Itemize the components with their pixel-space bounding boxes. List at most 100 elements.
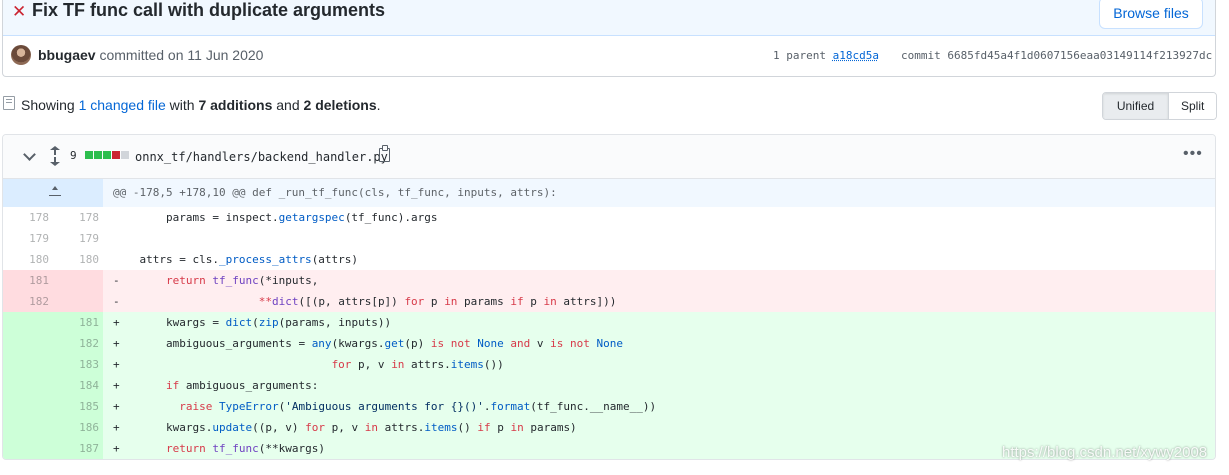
code-token: zip [258,316,279,329]
code-token: getargspec [278,211,345,224]
code-token: None [477,337,504,350]
code-token: for [404,295,425,308]
new-line-number[interactable]: 181 [53,312,99,333]
code-token: ** [258,295,272,308]
old-line-number[interactable]: 178 [3,207,49,228]
avatar[interactable] [11,45,31,65]
old-line-number[interactable] [3,438,49,459]
code-token: attrs. [404,358,451,371]
diff-marker: + [113,421,120,434]
and-text: and [276,97,300,113]
code-token: attrs])) [556,295,617,308]
diff-marker: + [113,400,120,413]
code-token: in [510,421,524,434]
old-line-number[interactable] [3,375,49,396]
expand-up-icon[interactable] [49,186,61,198]
author-link[interactable]: bbugaev [38,47,96,63]
new-line-number[interactable] [53,270,99,291]
code-token: items [424,421,458,434]
browse-files-button[interactable]: Browse files [1099,0,1203,29]
code-token: in [543,295,557,308]
code-line: + ambiguous_arguments = any(kwargs.get(p… [103,333,1215,354]
new-line-number[interactable]: 182 [53,333,99,354]
old-line-number[interactable]: 182 [3,291,49,312]
expand-all-icon[interactable] [47,146,63,166]
code-token: if [510,295,524,308]
added-line: 183 + for p, v in attrs.items()) [3,354,1215,375]
code-token: in [364,421,378,434]
diffstat-block [94,151,102,159]
new-line-number[interactable]: 185 [53,396,99,417]
commit-meta: bbugaev committed on 11 Jun 2020 1 paren… [3,37,1215,76]
new-line-number[interactable]: 183 [53,354,99,375]
code-token: 'Ambiguous arguments for {}()' [285,400,484,413]
added-line: 182 + ambiguous_arguments = any(kwargs.g… [3,333,1215,354]
code-token: (p) [404,337,431,350]
old-line-number[interactable] [3,417,49,438]
code-line: + if ambiguous_arguments: [103,375,1215,396]
old-line-number[interactable] [3,333,49,354]
hunk-text: @@ -178,5 +178,10 @@ def _run_tf_func(cl… [113,186,557,199]
code-token: in [391,358,405,371]
new-line-number[interactable]: 179 [53,228,99,249]
diff-summary: Showing 1 changed file with 7 additions … [21,96,381,114]
commit-title: Fix TF func call with duplicate argument… [32,0,386,20]
code-token: ambiguous_arguments: [179,379,319,392]
hunk-header: @@ -178,5 +178,10 @@ def _run_tf_func(cl… [3,179,1215,207]
diff-line: 179 179 [3,228,1215,249]
split-view-button[interactable]: Split [1169,93,1217,119]
changed-files-link[interactable]: 1 changed file [79,97,166,113]
kebab-menu-icon[interactable]: ••• [1183,145,1203,163]
new-line-number[interactable]: 180 [53,249,99,270]
diff-marker: + [113,358,120,371]
code-token: ((p, v) [252,421,306,434]
code-token: _process_attrs [218,253,312,266]
new-line-number[interactable] [53,291,99,312]
old-line-number[interactable] [3,312,49,333]
code-token: (tf_func).args [344,211,438,224]
code-token: is not [430,337,471,350]
code-token: attrs. [377,421,425,434]
added-line: 181 + kwargs = dict(zip(params, inputs)) [3,312,1215,333]
diff-view-toggle: Unified Split [1102,92,1218,120]
code-token: format [490,400,531,413]
chevron-down-icon[interactable] [23,148,36,161]
code-token: kwargs. [139,421,213,434]
diff-marker: + [113,442,120,455]
new-line-number[interactable]: 186 [53,417,99,438]
diffstat-bar [85,151,129,159]
old-line-number[interactable]: 181 [3,270,49,291]
clipboard-icon[interactable] [379,145,390,162]
old-line-number[interactable]: 180 [3,249,49,270]
diff-marker: + [113,337,120,350]
diffstat-block [85,151,93,159]
code-token: for [305,421,325,434]
file-path-link[interactable]: onnx_tf/handlers/backend_handler.py [135,149,388,165]
old-line-number[interactable] [3,354,49,375]
code-line: + for p, v in attrs.items()) [103,354,1215,375]
parent-sha-link[interactable]: a18cd5a [833,49,879,62]
file-diff-icon [3,96,15,110]
new-line-number[interactable]: 187 [53,438,99,459]
old-line-number[interactable] [3,396,49,417]
new-line-number[interactable]: 178 [53,207,99,228]
code-token: items [450,358,484,371]
parent-info: 1 parent a18cd5a [773,49,879,63]
code-token: . [483,400,491,413]
old-line-number[interactable]: 179 [3,228,49,249]
code-token: p [424,295,445,308]
x-icon[interactable]: ✕ [12,2,26,22]
commit-label: commit [901,49,941,62]
code-token: in [444,295,458,308]
unified-view-button[interactable]: Unified [1103,93,1169,119]
added-line: 184 + if ambiguous_arguments: [3,375,1215,396]
hunk-gutter [3,179,103,207]
parent-label: 1 parent [773,49,826,62]
new-line-number[interactable]: 184 [53,375,99,396]
code-token: get [384,337,405,350]
code-token: (attrs) [311,253,359,266]
code-token: raise [179,400,213,413]
